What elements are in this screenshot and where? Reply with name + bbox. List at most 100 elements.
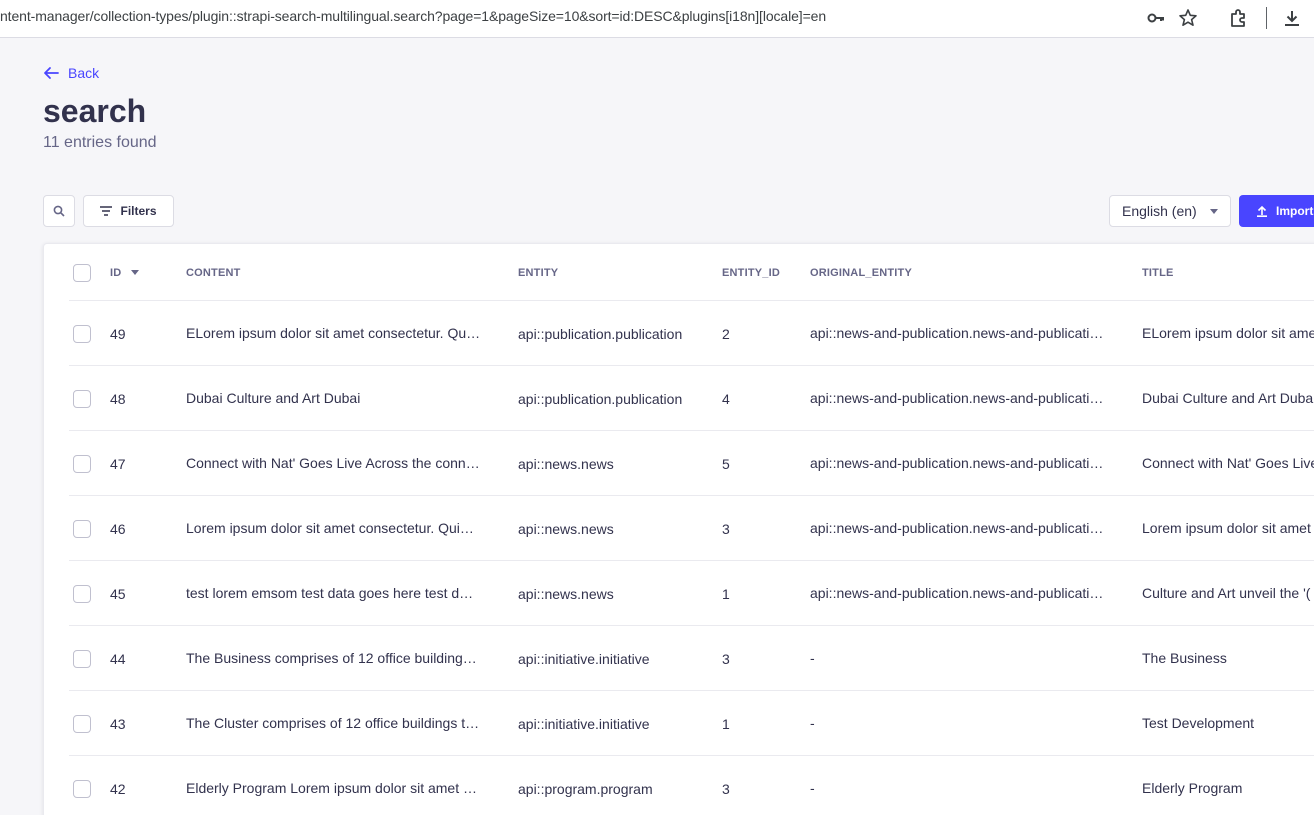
- arrow-left-icon: [44, 67, 59, 79]
- cell-id: 44: [110, 650, 126, 667]
- cell-title: Connect with Nat' Goes Live: [1142, 455, 1314, 471]
- table-row[interactable]: 47 Connect with Nat' Goes Live Across the…: [69, 431, 1314, 496]
- table-row[interactable]: 48 Dubai Culture and Art Dubai api::public…: [69, 366, 1314, 431]
- cell-entity-id: 5: [722, 455, 730, 472]
- cell-content: Dubai Culture and Art Dubai: [186, 390, 361, 406]
- column-header-title[interactable]: TITLE: [1142, 244, 1314, 301]
- sort-desc-icon: [131, 270, 140, 275]
- table-row[interactable]: 45 test lorem emsom test data goes here t…: [69, 561, 1314, 626]
- cell-id: 48: [110, 390, 126, 407]
- filters-label: Filters: [120, 204, 157, 218]
- cell-title: Elderly Program: [1142, 780, 1243, 796]
- cell-entity-id: 3: [722, 520, 730, 537]
- row-select-cell: [73, 626, 93, 691]
- cell-id: 46: [110, 520, 126, 537]
- cell-entity-id: 3: [722, 780, 730, 797]
- entries-table: ID CONTENT ENTITY ENTITY_ID ORIGINAL_ENT…: [43, 243, 1314, 815]
- row-checkbox[interactable]: [73, 779, 91, 798]
- filter-icon: [100, 206, 113, 216]
- filters-button[interactable]: Filters: [83, 195, 174, 227]
- star-icon[interactable]: [1178, 8, 1198, 28]
- cell-title: ELorem ipsum dolor sit amet: [1142, 325, 1314, 341]
- cell-id: 45: [110, 585, 126, 602]
- select-all-checkbox[interactable]: [73, 263, 91, 282]
- row-select-cell: [73, 496, 93, 561]
- cell-entity-id: 1: [722, 585, 730, 602]
- column-label: CONTENT: [186, 266, 241, 279]
- cell-original-entity: api::news-and-publication.news-and-publi…: [810, 455, 1104, 471]
- cell-entity: api::news.news: [518, 455, 614, 472]
- row-checkbox[interactable]: [73, 389, 91, 408]
- table-row[interactable]: 49 ELorem ipsum dolor sit amet consectetu…: [69, 301, 1314, 366]
- cell-original-entity: api::news-and-publication.news-and-publi…: [810, 390, 1104, 406]
- row-checkbox[interactable]: [73, 324, 91, 343]
- table-row[interactable]: 44 The Business comprises of 12 office bu…: [69, 626, 1314, 691]
- page-title: search: [43, 93, 147, 129]
- column-header-content[interactable]: CONTENT: [186, 244, 486, 301]
- cell-id: 42: [110, 780, 126, 797]
- cell-title: Culture and Art unveil the '(: [1142, 585, 1311, 601]
- cell-entity-id: 2: [722, 325, 730, 342]
- toolbar-divider: [1266, 7, 1267, 29]
- row-select-cell: [73, 431, 93, 496]
- column-header-original-entity[interactable]: ORIGINAL_ENTITY: [810, 244, 1110, 301]
- row-select-cell: [73, 756, 93, 815]
- cell-original-entity: -: [810, 715, 815, 731]
- cell-original-entity: -: [810, 650, 815, 666]
- cell-original-entity: api::news-and-publication.news-and-publi…: [810, 585, 1104, 601]
- cell-content: Lorem ipsum dolor sit amet consectetur. …: [186, 520, 474, 536]
- locale-select[interactable]: English (en): [1109, 195, 1231, 227]
- cell-entity: api::publication.publication: [518, 325, 683, 342]
- entries-count: 11 entries found: [43, 134, 157, 151]
- cell-original-entity: -: [810, 780, 815, 796]
- extensions-icon[interactable]: [1228, 8, 1248, 28]
- row-checkbox[interactable]: [73, 519, 91, 538]
- back-link[interactable]: Back: [42, 62, 99, 84]
- cell-content: Elderly Program Lorem ipsum dolor sit am…: [186, 780, 477, 796]
- table-row[interactable]: 46 Lorem ipsum dolor sit amet consectetur…: [69, 496, 1314, 561]
- cell-entity: api::news.news: [518, 520, 614, 537]
- cell-content: The Cluster comprises of 12 office build…: [186, 715, 480, 731]
- column-header-entity-id[interactable]: ENTITY_ID: [722, 244, 802, 301]
- select-all-cell: [73, 244, 93, 301]
- key-icon[interactable]: [1146, 8, 1166, 28]
- row-select-cell: [73, 561, 93, 626]
- download-icon[interactable]: [1282, 8, 1302, 28]
- cell-content: ELorem ipsum dolor sit amet consectetur.…: [186, 325, 481, 341]
- cell-entity: api::initiative.initiative: [518, 650, 650, 667]
- row-checkbox[interactable]: [73, 649, 91, 668]
- import-label: Import: [1276, 204, 1314, 218]
- upload-icon: [1257, 205, 1267, 217]
- search-button[interactable]: [43, 195, 75, 227]
- table-header-row: ID CONTENT ENTITY ENTITY_ID ORIGINAL_ENT…: [69, 244, 1314, 301]
- row-select-cell: [73, 301, 93, 366]
- cell-content: The Business comprises of 12 office buil…: [186, 650, 477, 666]
- column-label: ENTITY: [518, 266, 559, 279]
- column-header-entity[interactable]: ENTITY: [518, 244, 698, 301]
- address-url[interactable]: ntent-manager/collection-types/plugin::s…: [0, 8, 826, 24]
- cell-entity: api::program.program: [518, 780, 653, 797]
- row-checkbox[interactable]: [73, 714, 91, 733]
- back-label: Back: [68, 65, 100, 81]
- cell-title: Test Development: [1142, 715, 1255, 731]
- locale-value: English (en): [1122, 203, 1197, 219]
- column-label: TITLE: [1142, 266, 1174, 279]
- cell-content: Connect with Nat' Goes Live Across the c…: [186, 455, 480, 471]
- chevron-down-icon: [1210, 209, 1218, 214]
- cell-original-entity: api::news-and-publication.news-and-publi…: [810, 325, 1104, 341]
- row-checkbox[interactable]: [73, 584, 91, 603]
- table-row[interactable]: 43 The Cluster comprises of 12 office bui…: [69, 691, 1314, 756]
- cell-id: 49: [110, 325, 126, 342]
- row-select-cell: [73, 691, 93, 756]
- import-button[interactable]: Import: [1239, 195, 1314, 227]
- cell-original-entity: api::news-and-publication.news-and-publi…: [810, 520, 1104, 536]
- row-checkbox[interactable]: [73, 454, 91, 473]
- column-label: ID: [110, 266, 122, 279]
- cell-title: Lorem ipsum dolor sit amet: [1142, 520, 1311, 536]
- column-label: ENTITY_ID: [722, 266, 781, 279]
- row-select-cell: [73, 366, 93, 431]
- cell-content: test lorem emsom test data goes here tes…: [186, 585, 474, 601]
- cell-entity: api::initiative.initiative: [518, 715, 650, 732]
- column-header-id[interactable]: ID: [110, 244, 170, 301]
- table-row[interactable]: 42 Elderly Program Lorem ipsum dolor sit …: [69, 756, 1314, 815]
